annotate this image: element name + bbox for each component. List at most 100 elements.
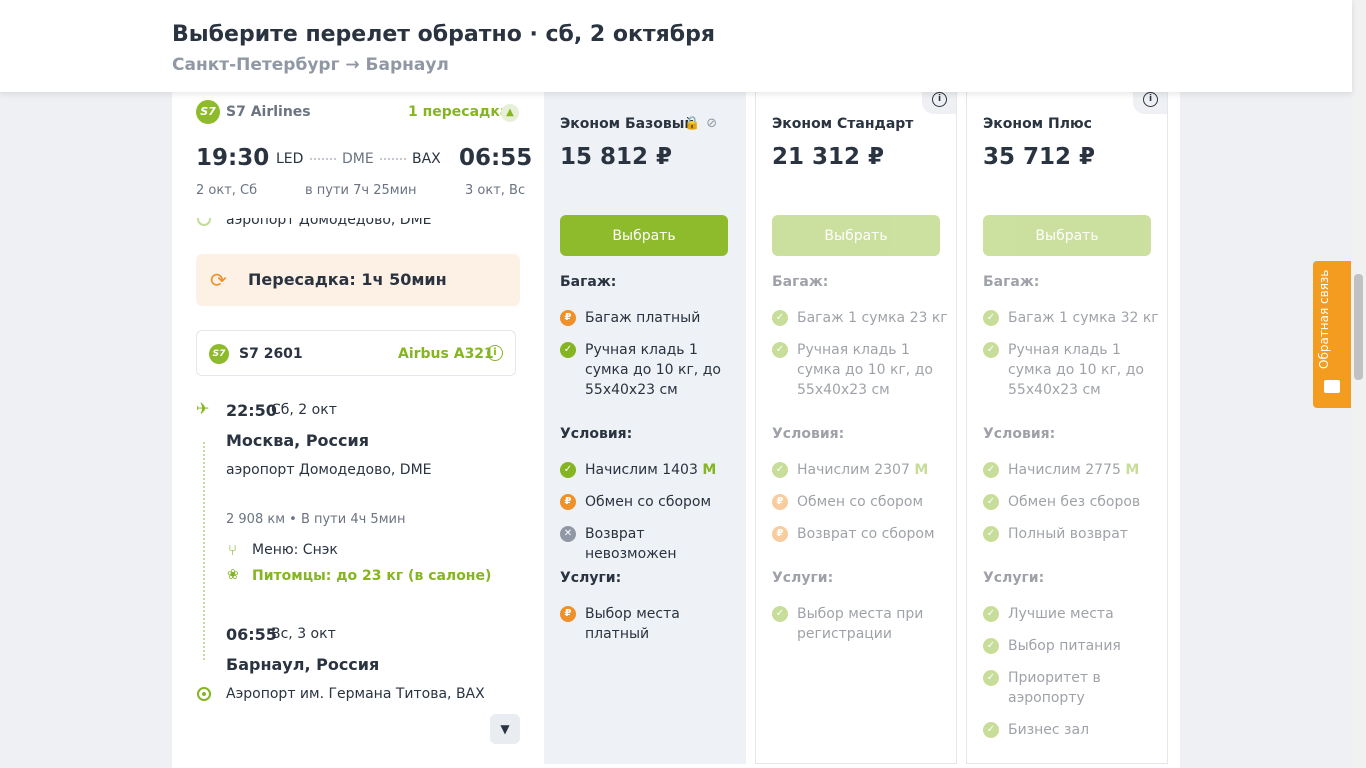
segment-departure-city: Москва, Россия: [226, 431, 369, 450]
fare-info-button[interactable]: i: [1133, 92, 1167, 114]
segment-departure-time: 22:50: [226, 401, 277, 420]
feature-item: ✓ Ручная кладь 1 сумка до 10 кг, до 55x40…: [772, 340, 952, 400]
baggage-title: Багаж:: [983, 274, 1040, 290]
feature-item: ✓ Начислим 1403 M: [560, 460, 740, 480]
arrival-time: 06:55: [459, 145, 533, 171]
feature-item: ✓ Начислим 2307 M: [772, 460, 952, 480]
scrollbar-thumb[interactable]: [1354, 274, 1363, 380]
segment-arrival-airport: Аэропорт им. Германа Титова, BAX: [226, 686, 485, 702]
pets-info: Питомцы: до 23 кг (в салоне): [252, 568, 492, 584]
feature-item: ₽ Возврат со сбором: [772, 524, 952, 544]
flight-number: S7 2601: [239, 346, 303, 362]
miles-icon: M: [914, 462, 929, 478]
check-icon: ✓: [983, 462, 999, 478]
info-icon[interactable]: i: [487, 345, 503, 361]
stops-count[interactable]: 1 пересадка: [408, 104, 509, 120]
page-header: Выберите перелет обратно · сб, 2 октября…: [0, 0, 1352, 92]
fare-name: Эконом Базовый: [560, 116, 695, 132]
departure-time: 19:30: [196, 145, 270, 171]
ruble-icon: ₽: [772, 494, 788, 510]
ruble-icon: ₽: [772, 526, 788, 542]
feature-item: ₽ Обмен со сбором: [772, 492, 952, 512]
fare-name: Эконом Стандарт: [772, 116, 914, 132]
check-icon: ✓: [983, 310, 999, 326]
transfer-banner: ⟳ Пересадка: 1ч 50мин: [196, 254, 520, 306]
plane-takeoff-icon: ✈: [196, 399, 210, 418]
fork-knife-icon: ⑂: [228, 541, 238, 559]
feature-item: ✓ Лучшие места: [983, 604, 1163, 624]
timeline-end-dot-icon: [197, 687, 211, 701]
departure-date: 2 окт, Сб: [196, 183, 258, 198]
fare-economy-plus: i Эконом Плюс 35 712 ₽ Выбрать Багаж: ✓ Б…: [966, 92, 1168, 764]
feature-item: ✓ Полный возврат: [983, 524, 1163, 544]
info-icon[interactable]: i: [1143, 92, 1158, 107]
baggage-title: Багаж:: [772, 274, 829, 290]
segment-departure-airport: аэропорт Домодедово, DME: [226, 462, 432, 478]
miles-icon: M: [702, 462, 717, 478]
feature-item: ₽ Багаж платный: [560, 308, 740, 328]
meal-info: Меню: Снэк: [252, 542, 338, 558]
feature-item: ✕ Возврат невозможен: [560, 524, 740, 564]
check-icon: ✓: [983, 638, 999, 654]
transfer-refresh-icon: ⟳: [210, 268, 227, 292]
chevron-down-icon[interactable]: ▼: [490, 714, 520, 744]
conditions-title: Условия:: [772, 426, 845, 442]
segment-arrival-time: 06:55: [226, 625, 277, 644]
origin-code: LED: [276, 151, 304, 167]
info-icon[interactable]: i: [932, 92, 947, 107]
conditions-title: Условия:: [560, 426, 633, 442]
fare-price: 21 312 ₽: [772, 144, 885, 170]
destination-code: BAX: [412, 151, 441, 167]
select-fare-button[interactable]: Выбрать: [560, 215, 728, 256]
paw-icon: ❀: [227, 567, 239, 583]
segment-arrival-day: Вс, 3 окт: [271, 626, 336, 642]
check-icon: ✓: [983, 494, 999, 510]
fare-name: Эконом Плюс: [983, 116, 1092, 132]
transfer-code: DME: [342, 151, 374, 167]
ruble-icon: ₽: [560, 310, 576, 326]
check-icon: ✓: [983, 342, 999, 358]
chat-icon: [1324, 380, 1340, 393]
fare-economy-basic: Эконом Базовый 🔒 ⊘ 15 812 ₽ Выбрать Багаж…: [544, 92, 746, 764]
services-title: Услуги:: [560, 570, 622, 586]
check-icon: ✓: [772, 606, 788, 622]
fare-economy-standard: i Эконом Стандарт 21 312 ₽ Выбрать Багаж…: [755, 92, 957, 764]
fare-name-icons: 🔒 ⊘: [684, 116, 717, 131]
aircraft-model[interactable]: Airbus A321: [398, 346, 494, 362]
select-fare-button[interactable]: Выбрать: [983, 215, 1151, 256]
cross-icon: ✕: [560, 526, 576, 542]
arrival-date: 3 окт, Вс: [465, 183, 526, 198]
services-title: Услуги:: [983, 570, 1045, 586]
s7-logo-icon: S7: [196, 100, 220, 124]
fare-price: 35 712 ₽: [983, 144, 1096, 170]
check-icon: ✓: [983, 722, 999, 738]
check-icon: ✓: [983, 670, 999, 686]
timeline-line: [203, 442, 205, 660]
feature-item: ₽ Обмен со сбором: [560, 492, 740, 512]
airline-name: S7 Airlines: [226, 104, 311, 120]
check-icon: ✓: [983, 526, 999, 542]
miles-icon: M: [1125, 462, 1140, 478]
no-luggage-icon: ⊘: [706, 116, 718, 131]
baggage-title: Багаж:: [560, 274, 617, 290]
check-icon: ✓: [772, 462, 788, 478]
fare-price: 15 812 ₽: [560, 144, 673, 170]
feature-item: ✓ Ручная кладь 1 сумка до 10 кг, до 55x40…: [983, 340, 1163, 400]
route-subtitle: Санкт-Петербург → Барнаул: [172, 55, 449, 75]
conditions-title: Условия:: [983, 426, 1056, 442]
segment-header: S7 S7 2601 Airbus A321 i: [196, 330, 516, 376]
services-title: Услуги:: [772, 570, 834, 586]
transfer-text: Пересадка: 1ч 50мин: [248, 270, 447, 289]
chevron-up-icon[interactable]: ▲: [501, 104, 519, 122]
page-title: Выберите перелет обратно · сб, 2 октября: [172, 22, 716, 47]
feature-item: ✓ Приоритет в аэропорту: [983, 668, 1163, 708]
select-fare-button[interactable]: Выбрать: [772, 215, 940, 256]
check-icon: ✓: [983, 606, 999, 622]
route-dots: [310, 158, 336, 160]
segment-arrival-city: Барнаул, Россия: [226, 655, 380, 674]
page-scrollbar[interactable]: [1352, 0, 1366, 768]
feedback-tab[interactable]: Обратная связь: [1313, 261, 1351, 408]
fare-info-button[interactable]: i: [922, 92, 956, 114]
feature-item: ✓ Багаж 1 сумка 23 кг: [772, 308, 952, 328]
ruble-icon: ₽: [560, 606, 576, 622]
